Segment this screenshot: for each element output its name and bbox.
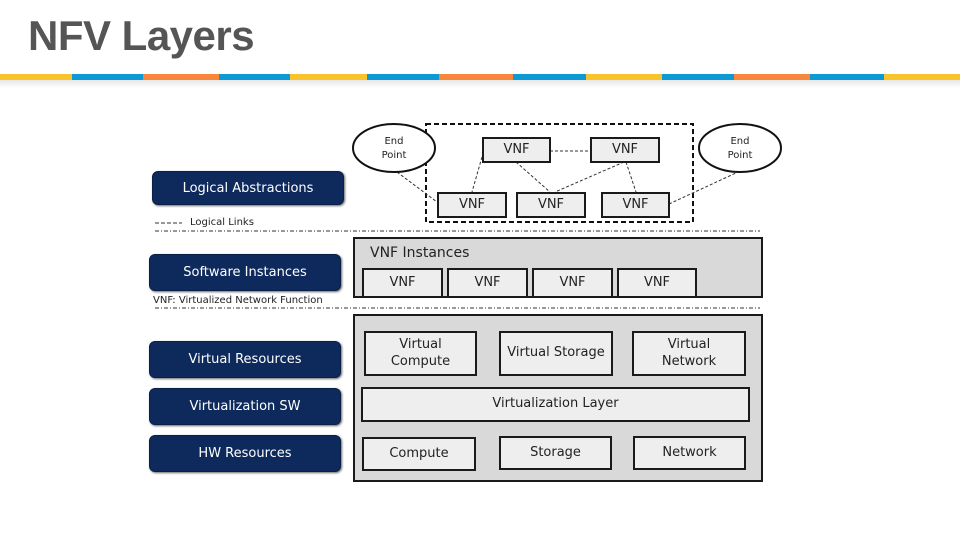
vnf-label: VNF	[622, 196, 649, 212]
link	[396, 171, 438, 203]
end-point-text: End	[730, 136, 750, 147]
end-point-right-label: End Point	[710, 135, 770, 162]
vnf-label: VNF	[503, 141, 530, 157]
end-point-text: Point	[727, 149, 753, 161]
logical-vnf: VNF	[601, 192, 670, 218]
logical-vnf: VNF	[482, 137, 551, 163]
end-point-text: End	[384, 136, 404, 147]
link	[471, 156, 483, 193]
end-point-text: Point	[381, 149, 407, 161]
vnf-label: VNF	[537, 196, 565, 212]
vnf-label: VNF	[458, 196, 486, 212]
link	[554, 161, 625, 193]
end-point-left-label: End Point	[364, 135, 424, 162]
link	[515, 161, 551, 193]
link	[625, 161, 637, 193]
logical-vnf: VNF	[516, 192, 586, 218]
logical-vnf: VNF	[437, 192, 507, 218]
logical-vnf: VNF	[590, 137, 660, 163]
link	[668, 171, 739, 205]
vnf-label: VNF	[611, 141, 639, 157]
logical-diagram	[155, 123, 782, 309]
